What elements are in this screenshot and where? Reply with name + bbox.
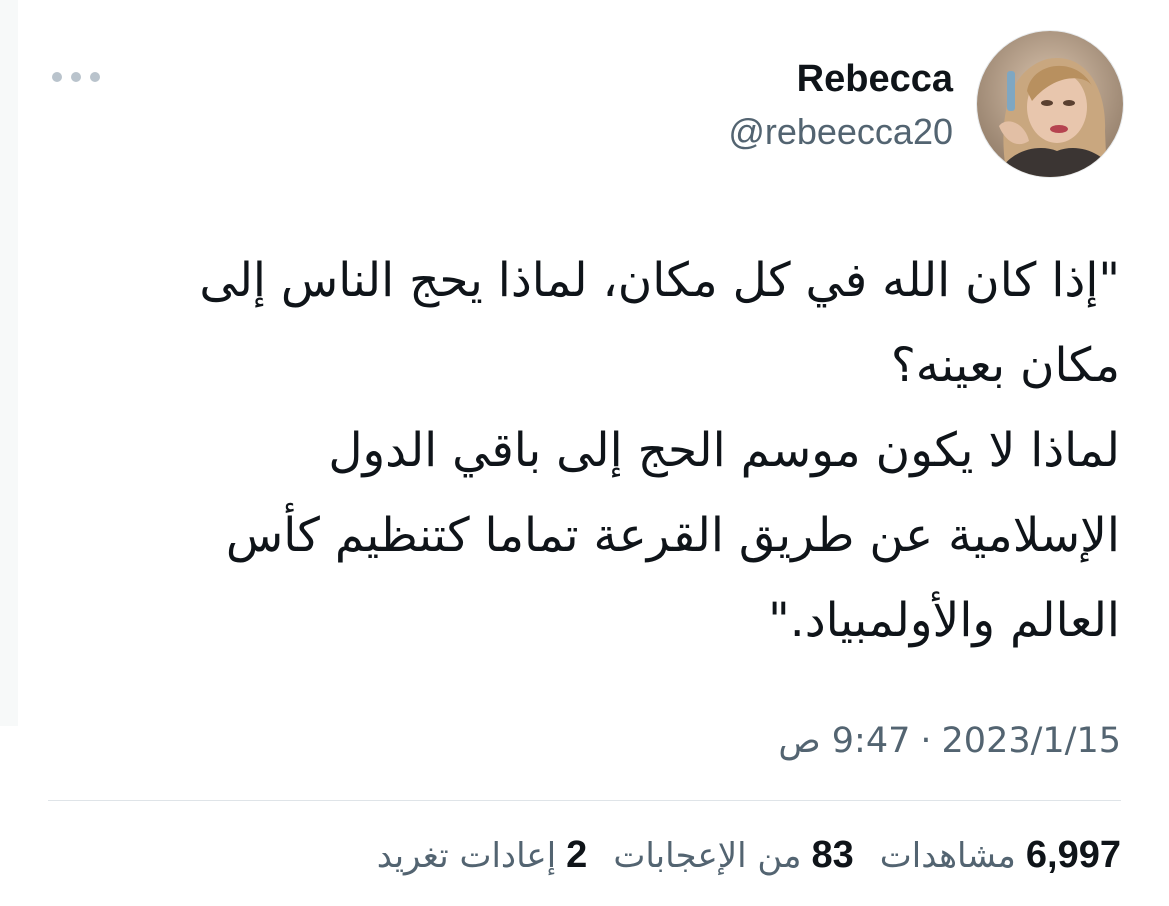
author-display-name[interactable]: Rebecca [797,56,953,102]
tweet-line: الإسلامية عن طريق القرعة تماما كتنظيم كأ… [225,508,1120,563]
dot [52,72,62,82]
retweets-stat[interactable]: 2 إعادات تغريد [377,830,588,881]
dot [71,72,81,82]
dot [90,72,100,82]
views-count: 6,997 [1025,834,1121,876]
likes-count: 83 [811,834,854,876]
retweets-count: 2 [566,834,588,876]
tweet-time: 9:47 ص [778,721,911,761]
likes-label: من الإعجابات [613,836,802,876]
tweet-line: لماذا لا يكون موسم الحج إلى باقي الدول [328,423,1120,478]
avatar[interactable] [976,30,1124,178]
divider [48,800,1121,801]
views-label: مشاهدات [879,836,1016,876]
tweet-timestamp[interactable]: 2023/1/15·9:47 ص [778,716,1121,766]
tweet-stats: 6,997 مشاهدات 83 من الإعجابات 2 إعادات ت… [377,830,1121,881]
tweet-date: 2023/1/15 [941,721,1121,761]
tweet-line: العالم والأولمبياد." [768,593,1120,648]
tweet-line: "إذا كان الله في كل مكان، لماذا يحج النا… [199,253,1120,308]
tweet-text: "إذا كان الله في كل مكان، لماذا يحج النا… [100,238,1120,663]
more-options-icon[interactable] [52,64,100,90]
author-handle[interactable]: @rebeecca20 [728,110,953,154]
likes-stat[interactable]: 83 من الإعجابات [613,830,853,881]
left-edge-panel [0,0,18,726]
views-stat[interactable]: 6,997 مشاهدات [880,830,1121,881]
avatar-image [977,31,1123,177]
tweet-line: مكان بعينه؟ [890,338,1120,393]
timestamp-separator: · [920,721,932,761]
retweets-label: إعادات تغريد [376,836,557,876]
